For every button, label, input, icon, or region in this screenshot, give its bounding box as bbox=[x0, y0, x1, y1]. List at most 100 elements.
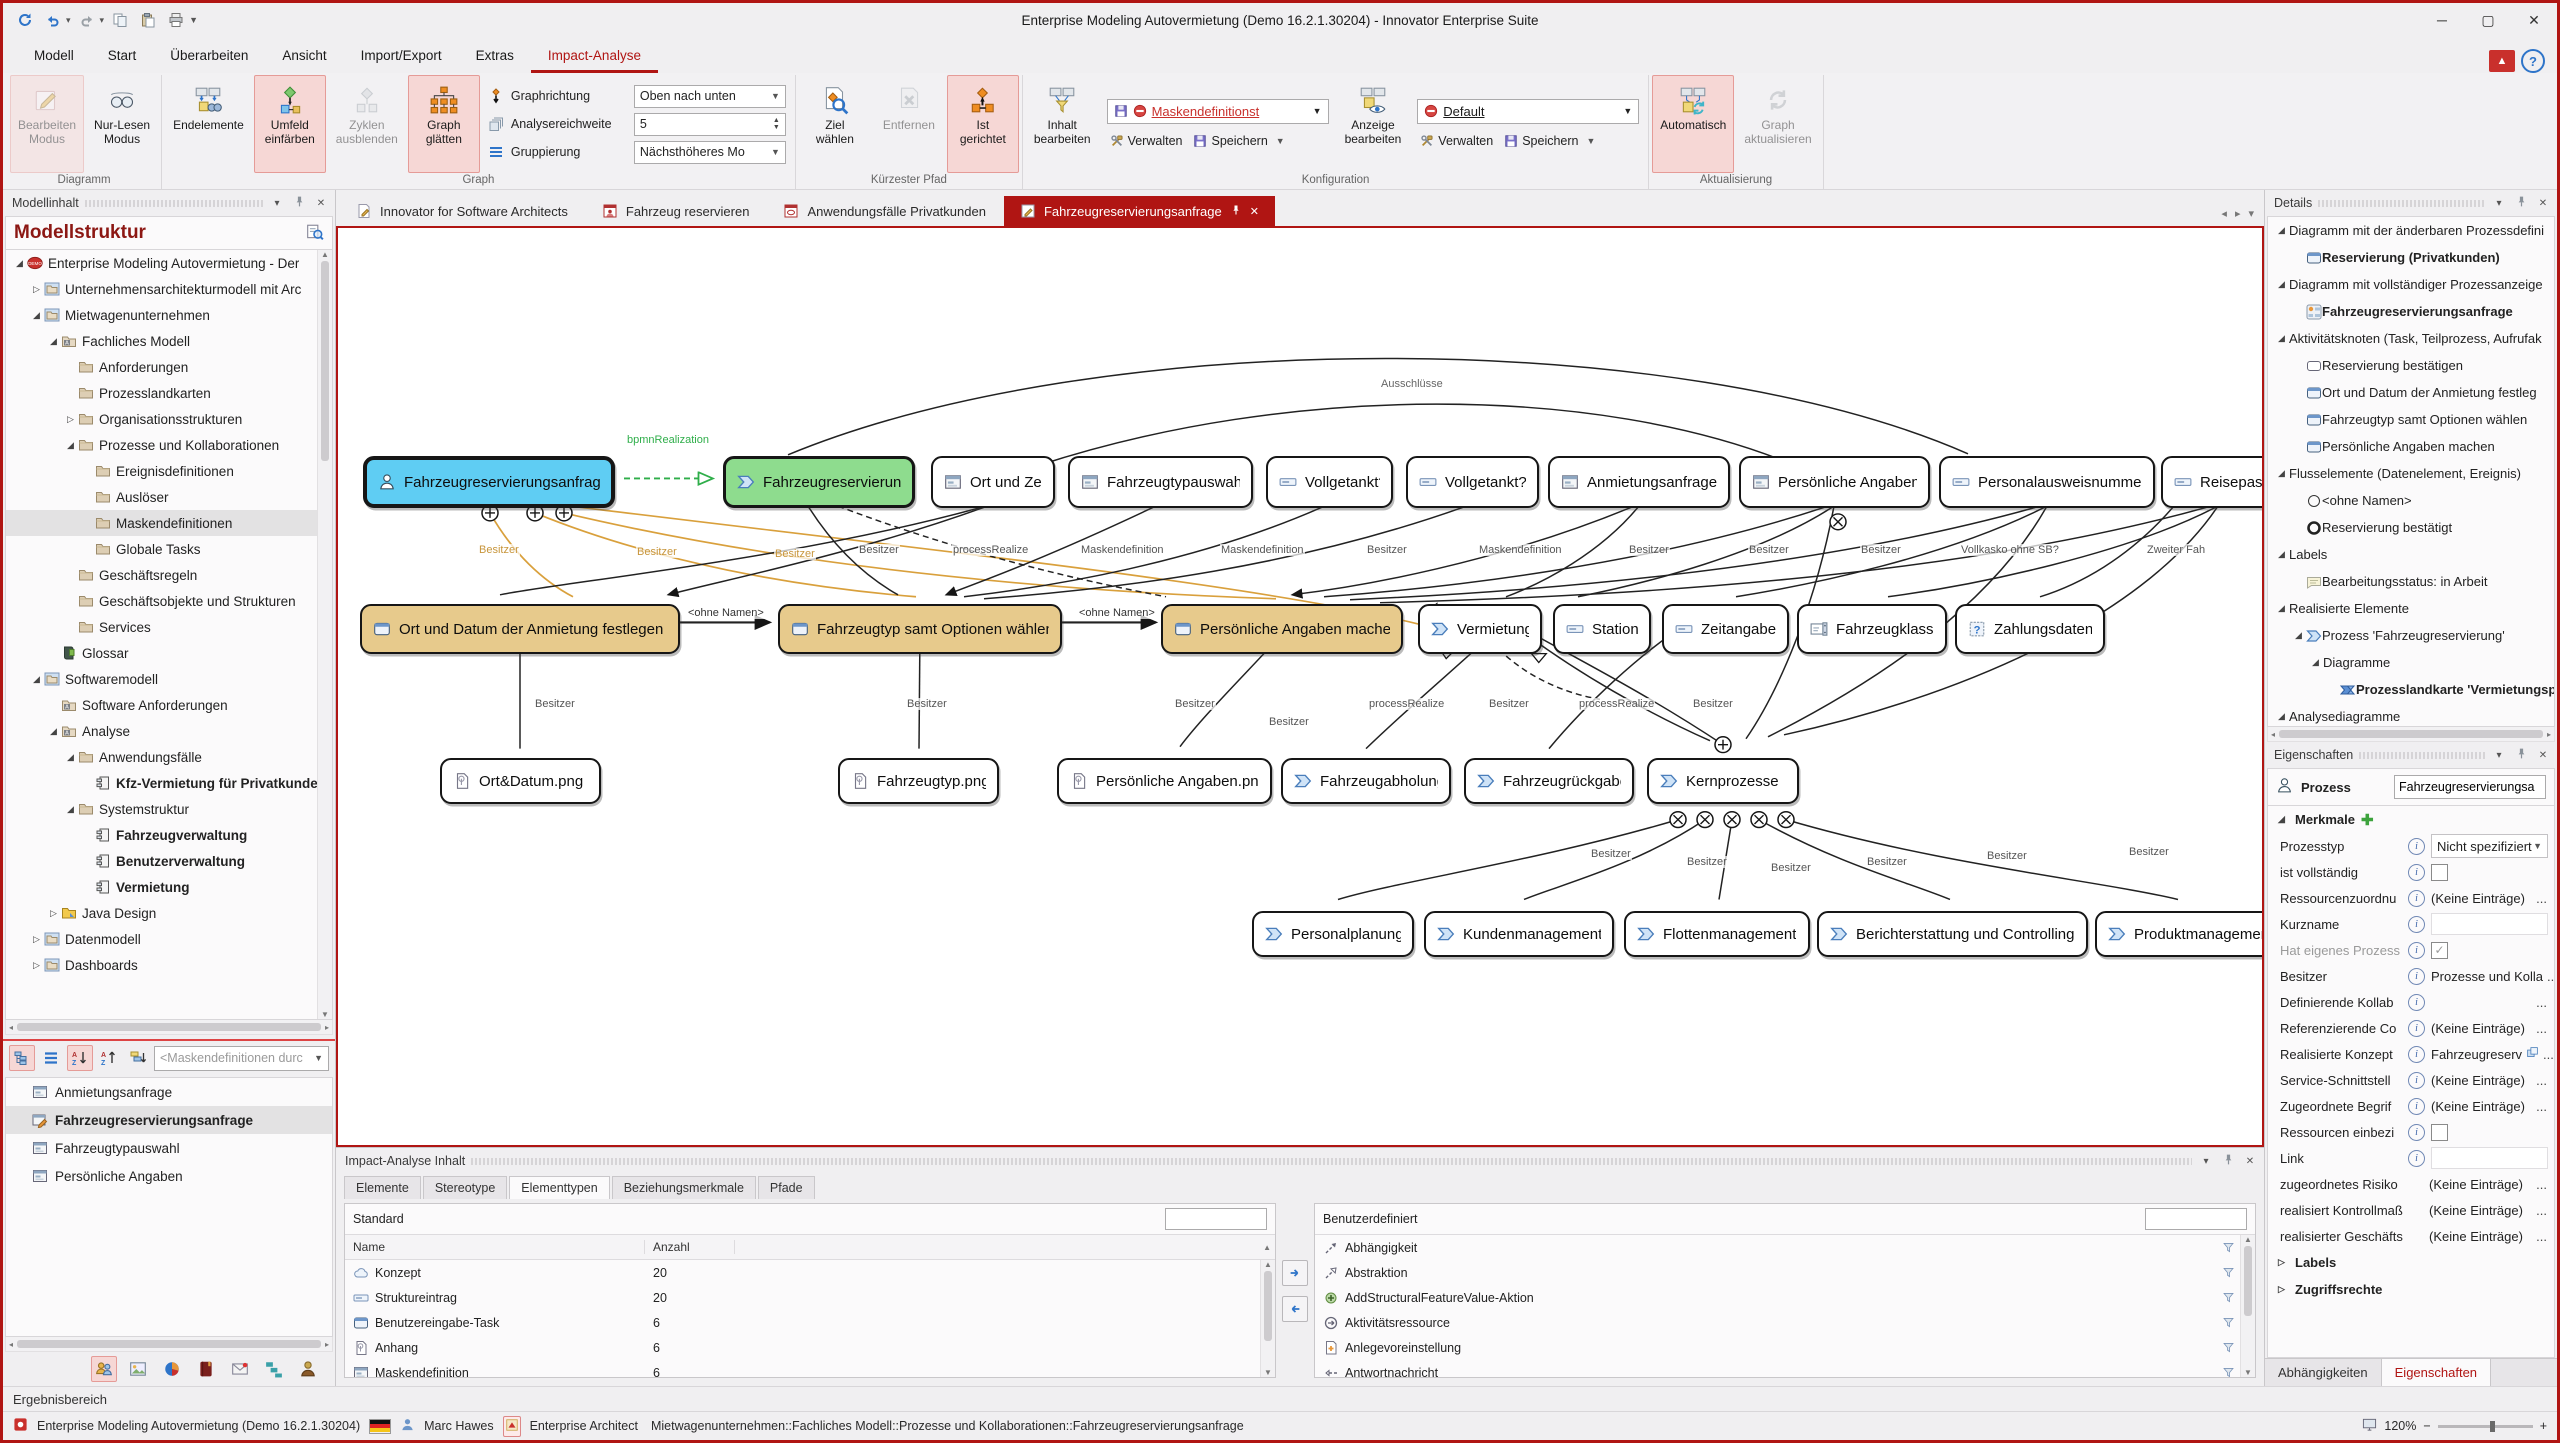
expander-open-icon[interactable]: ◢ bbox=[63, 752, 78, 763]
diagram-node-vollgetankt[interactable]: Vollgetankt? bbox=[1266, 456, 1393, 508]
info-icon[interactable]: i bbox=[2408, 1020, 2425, 1037]
status-profile[interactable]: Enterprise Architect bbox=[530, 1419, 638, 1433]
expander-open-icon[interactable]: ◢ bbox=[46, 726, 61, 737]
org-view-button[interactable] bbox=[261, 1356, 287, 1382]
diagram-node-personalausweisnummer[interactable]: Personalausweisnummer bbox=[1939, 456, 2155, 508]
doc-tab-nav-arrow[interactable]: ▾ bbox=[2248, 207, 2254, 220]
column-header-anzahl[interactable]: Anzahl bbox=[645, 1240, 735, 1254]
expander-open-icon[interactable]: ◢ bbox=[2274, 814, 2289, 825]
people-view-button[interactable] bbox=[91, 1356, 117, 1382]
element-name-input[interactable] bbox=[2394, 775, 2546, 799]
expander-open-icon[interactable]: ◢ bbox=[63, 804, 78, 815]
custom-filter-input[interactable] bbox=[2145, 1208, 2247, 1230]
ribbon-button-nur-lesen-modus[interactable]: Nur-LesenModus bbox=[86, 75, 158, 173]
diagram-node-ort-und-zeit[interactable]: Ort und Zeit bbox=[931, 456, 1055, 508]
ribbon-button-anzeige-bearbeiten[interactable]: Anzeigebearbeiten bbox=[1337, 75, 1410, 173]
model-tree-vscrollbar[interactable]: ▲▼ bbox=[317, 250, 332, 1019]
funnel-icon[interactable] bbox=[2217, 1266, 2239, 1279]
diagram-node-berichterstattung-und-controlling[interactable]: Berichterstattung und Controlling bbox=[1817, 911, 2088, 957]
info-icon[interactable]: i bbox=[2408, 1150, 2425, 1167]
mail-view-button[interactable] bbox=[227, 1356, 253, 1382]
chevron-down-icon[interactable]: ▼ bbox=[1587, 136, 1596, 146]
chevron-down-icon[interactable]: ▾ bbox=[2491, 750, 2507, 761]
close-icon[interactable]: ✕ bbox=[2535, 198, 2551, 209]
add-merkmal-icon[interactable]: ✚ bbox=[2361, 811, 2374, 829]
prop-input-link[interactable] bbox=[2431, 1147, 2548, 1169]
ribbon-button-verwalten[interactable]: Verwalten bbox=[1417, 132, 1496, 150]
expander-open-icon[interactable]: ◢ bbox=[46, 336, 61, 347]
table-row-benutzereingabe-task[interactable]: Benutzereingabe-Task6 bbox=[345, 1310, 1275, 1335]
dock-drag-area[interactable] bbox=[2318, 200, 2485, 207]
table-row-antwortnachricht[interactable]: Antwortnachricht bbox=[1315, 1360, 2255, 1377]
diagram-node-fahrzeugtyp-samt-optionen-wählen[interactable]: Fahrzeugtyp samt Optionen wählen bbox=[778, 604, 1062, 654]
config-combo-maskendefinitionst[interactable]: Maskendefinitionst▼ bbox=[1107, 99, 1329, 124]
info-icon[interactable]: i bbox=[2408, 916, 2425, 933]
table-row-konzept[interactable]: Konzept20 bbox=[345, 1260, 1275, 1285]
pin-icon[interactable] bbox=[2513, 195, 2529, 211]
expander-open-icon[interactable]: ◢ bbox=[29, 310, 44, 321]
funnel-icon[interactable] bbox=[2217, 1291, 2239, 1304]
checkbox-ressourcen-einbezi[interactable] bbox=[2431, 1124, 2448, 1141]
details-item[interactable]: ◢Diagramme bbox=[2268, 649, 2554, 676]
info-icon[interactable]: i bbox=[2408, 1098, 2425, 1115]
diagram-node-kundenmanagement[interactable]: Kundenmanagement bbox=[1424, 911, 1614, 957]
tree-item[interactable]: ◢Systemstruktur bbox=[6, 796, 332, 822]
more-button[interactable]: ... bbox=[2536, 1203, 2554, 1218]
tree-item[interactable]: Services bbox=[6, 614, 332, 640]
section-labels[interactable]: ▷Labels bbox=[2268, 1249, 2554, 1276]
ribbon-button-graph-aktualisieren[interactable]: Graphaktualisieren bbox=[1736, 75, 1819, 173]
more-button[interactable]: ... bbox=[2547, 969, 2554, 984]
close-icon[interactable]: ✕ bbox=[1250, 205, 1259, 218]
expander-open-icon[interactable]: ◢ bbox=[2274, 279, 2289, 290]
expander-open-icon[interactable]: ◢ bbox=[29, 674, 44, 685]
diagram-node-fahrzeugabholung[interactable]: Fahrzeugabholung bbox=[1281, 758, 1451, 804]
details-item[interactable]: Reservierung bestätigen bbox=[2268, 352, 2554, 379]
more-button[interactable]: ... bbox=[2536, 1073, 2554, 1088]
pie-view-button[interactable] bbox=[159, 1356, 185, 1382]
more-button[interactable]: ... bbox=[2536, 1177, 2554, 1192]
details-item[interactable]: Fahrzeugreservierungsanfrage bbox=[2268, 298, 2554, 325]
impact-tab-elemente[interactable]: Elemente bbox=[344, 1176, 421, 1199]
more-button[interactable]: ... bbox=[2536, 995, 2554, 1010]
sortza-button[interactable]: AZ bbox=[96, 1045, 122, 1071]
doc-tab-nav-arrow[interactable]: ▸ bbox=[2235, 207, 2241, 220]
tree-item[interactable]: Geschäftsregeln bbox=[6, 562, 332, 588]
details-item[interactable]: Reservierung (Privatkunden) bbox=[2268, 244, 2554, 271]
chevron-down-icon[interactable]: ▾ bbox=[66, 15, 71, 26]
table-row-struktureintrag[interactable]: Struktureintrag20 bbox=[345, 1285, 1275, 1310]
doc-tab-anwendungsfälle-privatkunden[interactable]: Anwendungsfälle Privatkunden bbox=[767, 196, 1002, 226]
expander-closed-icon[interactable]: ▷ bbox=[2274, 1284, 2289, 1295]
search-icon[interactable] bbox=[306, 223, 324, 244]
close-button[interactable]: ✕ bbox=[2511, 6, 2557, 34]
ribbon-button-speichern[interactable]: Speichern bbox=[1501, 132, 1581, 150]
expander-open-icon[interactable]: ◢ bbox=[2274, 225, 2289, 236]
maximize-button[interactable]: ▢ bbox=[2465, 6, 2511, 34]
chevron-down-icon[interactable]: ▾ bbox=[2198, 1156, 2214, 1167]
menu-tab-import-export[interactable]: Import/Export bbox=[344, 39, 459, 73]
tree-item[interactable]: Fahrzeugverwaltung bbox=[6, 822, 332, 848]
ribbon-button-bearbeiten-modus[interactable]: BearbeitenModus bbox=[10, 75, 84, 173]
ribbon-button-umfeld-einfärben[interactable]: Umfeldeinfärben bbox=[254, 75, 326, 173]
chevron-down-icon[interactable]: ▼ bbox=[1276, 136, 1285, 146]
results-area-tab[interactable]: Ergebnisbereich bbox=[3, 1386, 2557, 1411]
info-icon[interactable]: i bbox=[2408, 1072, 2425, 1089]
doc-tab-fahrzeug-reservieren[interactable]: Fahrzeug reservieren bbox=[586, 196, 766, 226]
funnel-icon[interactable] bbox=[2217, 1366, 2239, 1377]
menu-tab-impact-analyse[interactable]: Impact-Analyse bbox=[531, 39, 658, 73]
tree-item[interactable]: ◢Mietwagenunternehmen bbox=[6, 302, 332, 328]
tree-item[interactable]: Glossar bbox=[6, 640, 332, 666]
list-item-fahrzeugtypauswahl[interactable]: Fahrzeugtypauswahl bbox=[6, 1134, 332, 1162]
diagram-node-fahrzeugtyp-png[interactable]: Fahrzeugtyp.png bbox=[838, 758, 999, 804]
more-button[interactable]: ... bbox=[2536, 1229, 2554, 1244]
expander-open-icon[interactable]: ◢ bbox=[2308, 657, 2323, 668]
table-row-anlegevoreinstellung[interactable]: Anlegevoreinstellung bbox=[1315, 1335, 2255, 1360]
diagram-node-produktmanagement[interactable]: Produktmanagement bbox=[2095, 911, 2264, 957]
print-button[interactable] bbox=[164, 9, 188, 31]
expander-open-icon[interactable]: ◢ bbox=[2274, 603, 2289, 614]
diagram-node-persönliche-angaben[interactable]: Persönliche Angaben bbox=[1739, 456, 1930, 508]
tree-item[interactable]: ◢Prozesse und Kollaborationen bbox=[6, 432, 332, 458]
expander-closed-icon[interactable]: ▷ bbox=[29, 934, 44, 945]
tree-item[interactable]: ▷Unternehmensarchitekturmodell mit Arc bbox=[6, 276, 332, 302]
details-item[interactable]: Prozesslandkarte 'Vermietungsp bbox=[2268, 676, 2554, 703]
table-row-addstructuralfeaturevalue-aktion[interactable]: AddStructuralFeatureValue-Aktion bbox=[1315, 1285, 2255, 1310]
